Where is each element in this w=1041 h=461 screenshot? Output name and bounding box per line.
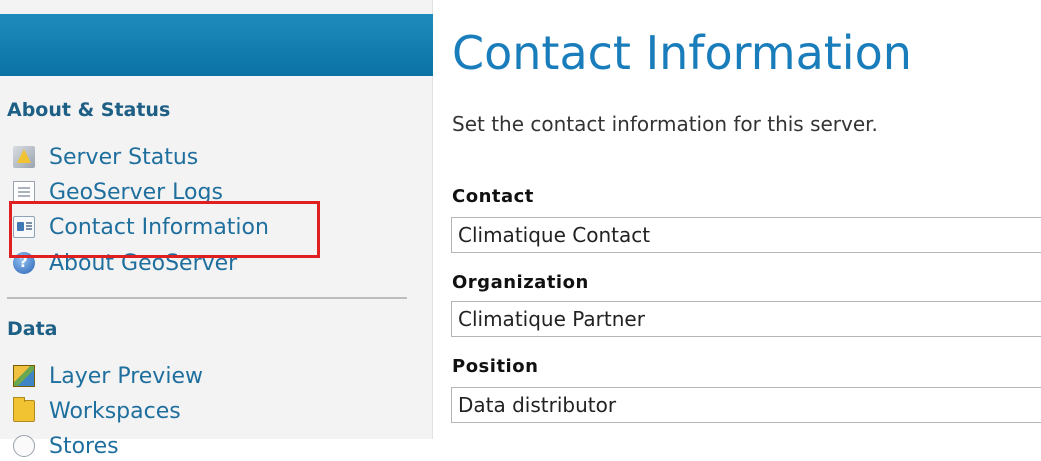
- organization-label: Organization: [452, 272, 589, 293]
- sidebar-item-server-status[interactable]: Server Status: [13, 142, 198, 172]
- server-status-icon: [13, 146, 35, 168]
- sidebar-item-layer-preview[interactable]: Layer Preview: [13, 361, 203, 391]
- log-document-icon: [13, 181, 35, 203]
- contact-field[interactable]: [451, 217, 1041, 253]
- header-bar: [0, 14, 433, 76]
- store-icon: [13, 435, 35, 457]
- section-divider: [7, 297, 407, 299]
- section-heading-data: Data: [7, 318, 58, 340]
- section-heading-about-status: About & Status: [7, 99, 171, 121]
- sidebar-item-label: Workspaces: [49, 398, 181, 424]
- sidebar: About & Status Server Status GeoServer L…: [0, 0, 433, 459]
- highlight-box: [9, 201, 320, 258]
- map-layer-icon: [13, 365, 35, 387]
- sidebar-item-label: Server Status: [49, 144, 199, 170]
- position-label: Position: [452, 356, 539, 377]
- organization-field[interactable]: [451, 301, 1041, 337]
- position-field[interactable]: [451, 387, 1041, 423]
- sidebar-item-workspaces[interactable]: Workspaces: [13, 396, 181, 426]
- page-title: Contact Information: [452, 26, 912, 80]
- page-description: Set the contact information for this ser…: [452, 112, 878, 136]
- sidebar-item-label: Stores: [49, 433, 119, 459]
- sidebar-item-stores[interactable]: Stores: [13, 431, 119, 461]
- contact-label: Contact: [452, 186, 534, 207]
- sidebar-item-label: Layer Preview: [49, 363, 203, 389]
- folder-icon: [13, 397, 35, 422]
